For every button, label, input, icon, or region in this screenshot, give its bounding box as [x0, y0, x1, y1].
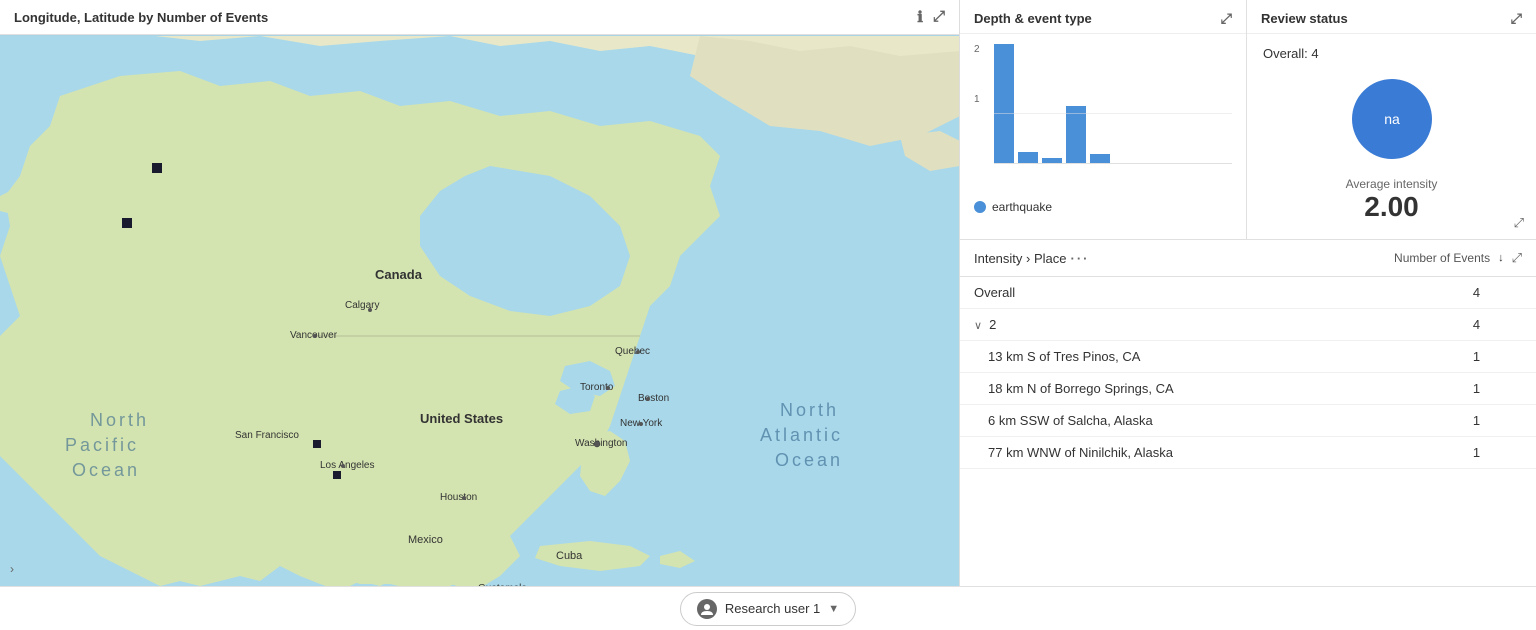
y-axis-label-1: 1: [974, 94, 980, 105]
row-chevron-icon[interactable]: ∨: [974, 320, 985, 332]
svg-text:Ocean: Ocean: [775, 450, 843, 470]
review-expand-icon[interactable]: ⤢: [1511, 10, 1522, 27]
review-panel-title: Review status: [1261, 11, 1348, 26]
avg-intensity-label: Average intensity: [1263, 177, 1520, 191]
table-cell-count: 1: [1459, 373, 1536, 405]
legend-dot: [974, 201, 986, 213]
table-cell-label: Overall: [960, 277, 1459, 309]
svg-text:Atlantic: Atlantic: [760, 425, 843, 445]
svg-text:Washington: Washington: [575, 438, 627, 449]
legend-label: earthquake: [992, 200, 1052, 214]
bar-1: [994, 44, 1014, 164]
map-info-icon[interactable]: ℹ: [917, 8, 923, 26]
top-right-row: Depth & event type ⤢ 2 1: [960, 0, 1536, 240]
table-cell-label: ∨ 2: [960, 309, 1459, 341]
svg-text:Ocean: Ocean: [72, 460, 140, 480]
table-cell-label-text: 77 km WNW of Ninilchik, Alaska: [988, 445, 1173, 460]
svg-text:Boston: Boston: [638, 393, 669, 404]
svg-text:Houston: Houston: [440, 492, 477, 503]
avg-intensity-expand-icon[interactable]: ⤢: [1514, 215, 1524, 231]
map-svg-area: North Pacific Ocean North Atlantic Ocean…: [0, 36, 959, 542]
main-container: Longitude, Latitude by Number of Events …: [0, 0, 1536, 586]
user-avatar-icon: [700, 602, 714, 616]
table-row[interactable]: 6 km SSW of Salcha, Alaska 1: [960, 405, 1536, 437]
data-table: Overall4∨ 2413 km S of Tres Pinos, CA118…: [960, 277, 1536, 469]
dropdown-arrow-icon: ▼: [828, 603, 839, 615]
depth-panel: Depth & event type ⤢ 2 1: [960, 0, 1246, 240]
table-more-icon[interactable]: ···: [1071, 251, 1090, 266]
svg-text:na: na: [1384, 111, 1400, 127]
svg-text:United States: United States: [420, 411, 503, 426]
table-cell-label-text: 2: [989, 317, 996, 332]
table-cell-label: 13 km S of Tres Pinos, CA: [960, 341, 1459, 373]
svg-text:Los Angeles: Los Angeles: [320, 460, 375, 471]
bar-4: [1066, 106, 1086, 164]
map-title-text: Longitude, Latitude by Number of Events: [14, 10, 268, 25]
map-svg: North Pacific Ocean North Atlantic Ocean…: [0, 36, 960, 586]
svg-text:San Francisco: San Francisco: [235, 430, 299, 441]
table-expand-icon[interactable]: ⤢: [1512, 250, 1522, 266]
y-axis-label-2: 2: [974, 44, 980, 55]
table-cell-count: 4: [1459, 309, 1536, 341]
overall-value: 4: [1311, 46, 1318, 61]
review-panel-header: Review status ⤢: [1247, 0, 1536, 34]
col2-header: Number of Events: [1394, 251, 1490, 265]
user-label: Research user 1: [725, 601, 820, 616]
map-chevron-icon: ›: [10, 562, 14, 576]
user-icon: [697, 599, 717, 619]
donut-chart: na: [1342, 69, 1442, 169]
svg-text:Canada: Canada: [375, 267, 423, 282]
avg-intensity-value: 2.00: [1263, 191, 1520, 223]
table-row[interactable]: 13 km S of Tres Pinos, CA 1: [960, 341, 1536, 373]
svg-text:Calgary: Calgary: [345, 300, 379, 311]
overall-label: Overall:: [1263, 46, 1308, 61]
table-header: Intensity › Place ··· Number of Events ↓…: [960, 240, 1536, 277]
donut-container: na: [1263, 69, 1520, 169]
svg-text:Pacific: Pacific: [65, 435, 139, 455]
depth-legend: earthquake: [960, 194, 1246, 220]
depth-panel-header: Depth & event type ⤢: [960, 0, 1246, 34]
map-expand-icon[interactable]: ⤢: [933, 8, 945, 26]
table-header-left: Intensity › Place ···: [974, 251, 1388, 266]
svg-text:Mexico: Mexico: [408, 534, 443, 546]
sort-icon[interactable]: ↓: [1498, 252, 1504, 264]
review-panel: Review status ⤢ Overall: 4 na Average i: [1246, 0, 1536, 240]
map-panel: Longitude, Latitude by Number of Events …: [0, 0, 960, 586]
table-cell-label-text: Overall: [974, 285, 1015, 300]
table-panel: Intensity › Place ··· Number of Events ↓…: [960, 240, 1536, 586]
table-header-right: Number of Events ↓ ⤢: [1394, 250, 1522, 266]
table-title: Intensity › Place: [974, 251, 1067, 266]
table-row[interactable]: ∨ 24: [960, 309, 1536, 341]
bottom-bar: Research user 1 ▼: [0, 586, 1536, 630]
user-button[interactable]: Research user 1 ▼: [680, 592, 856, 626]
table-cell-label: 18 km N of Borrego Springs, CA: [960, 373, 1459, 405]
table-row[interactable]: Overall 4: [960, 277, 1536, 309]
svg-text:North: North: [90, 410, 149, 430]
depth-panel-title: Depth & event type: [974, 11, 1092, 26]
review-content: Overall: 4 na Average intensity 2.00: [1247, 34, 1536, 235]
svg-text:Quebec: Quebec: [615, 346, 650, 357]
table-cell-count: 1: [1459, 437, 1536, 469]
svg-text:North: North: [780, 400, 839, 420]
overall-count: Overall: 4: [1263, 46, 1520, 61]
table-cell-label: 77 km WNW of Ninilchik, Alaska: [960, 437, 1459, 469]
table-cell-count: 1: [1459, 405, 1536, 437]
map-title-bar: Longitude, Latitude by Number of Events …: [0, 0, 959, 35]
svg-text:Cuba: Cuba: [556, 550, 583, 562]
table-row[interactable]: 77 km WNW of Ninilchik, Alaska 1: [960, 437, 1536, 469]
table-cell-count: 4: [1459, 277, 1536, 309]
table-cell-count: 1: [1459, 341, 1536, 373]
right-panels: Depth & event type ⤢ 2 1: [960, 0, 1536, 586]
map-title-icons: ℹ ⤢: [917, 8, 945, 26]
table-cell-label-text: 13 km S of Tres Pinos, CA: [988, 349, 1140, 364]
depth-expand-icon[interactable]: ⤢: [1221, 10, 1232, 27]
table-cell-label-text: 18 km N of Borrego Springs, CA: [988, 381, 1174, 396]
depth-chart: 2 1: [960, 34, 1246, 194]
table-cell-label-text: 6 km SSW of Salcha, Alaska: [988, 413, 1153, 428]
table-row[interactable]: 18 km N of Borrego Springs, CA 1: [960, 373, 1536, 405]
table-cell-label: 6 km SSW of Salcha, Alaska: [960, 405, 1459, 437]
